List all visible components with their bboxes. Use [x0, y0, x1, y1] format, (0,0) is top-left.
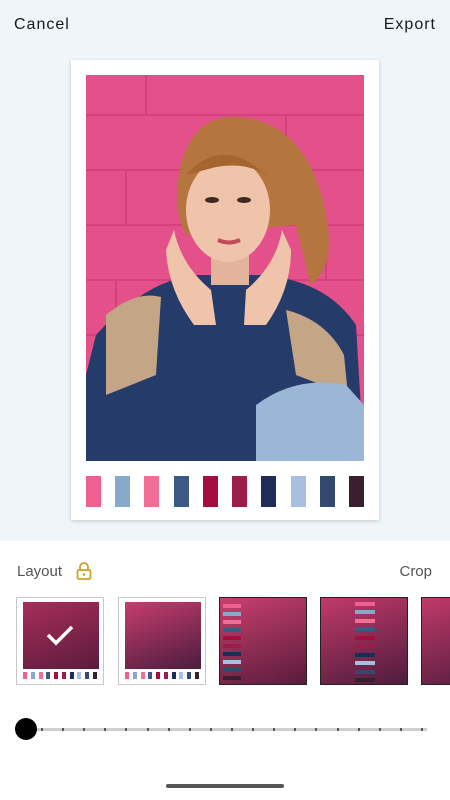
slider-tick — [230, 728, 233, 731]
palette-swatch — [171, 672, 176, 679]
palette-swatch — [223, 636, 241, 640]
slider-knob[interactable] — [15, 718, 37, 740]
palette-swatch — [163, 672, 168, 679]
palette-swatch — [261, 476, 277, 507]
palette-swatch — [46, 672, 51, 679]
palette-swatch — [223, 612, 241, 616]
slider-tick — [146, 728, 149, 731]
palette-swatch — [355, 618, 375, 623]
editor-panel: Layout Crop — [0, 541, 450, 800]
color-palette — [86, 476, 364, 507]
slider-tick — [315, 728, 318, 731]
export-button[interactable]: Export — [384, 16, 436, 34]
palette-swatch — [290, 476, 306, 507]
preview-area: Cancel Export — [0, 0, 450, 541]
palette-swatch — [232, 476, 248, 507]
palette-swatch — [77, 672, 82, 679]
layout-slider[interactable] — [15, 717, 427, 743]
palette-swatch — [223, 628, 241, 632]
lock-icon[interactable] — [74, 561, 94, 581]
slider-tick — [188, 728, 191, 731]
layout-thumbnails — [16, 597, 450, 689]
palette-swatch — [223, 668, 241, 672]
cancel-button[interactable]: Cancel — [14, 16, 70, 34]
layout-label: Layout — [17, 563, 63, 580]
palette-swatch — [355, 610, 375, 615]
palette-swatch — [173, 476, 189, 507]
palette-row — [23, 672, 97, 679]
palette-swatch — [223, 676, 241, 680]
slider-tick — [167, 728, 170, 731]
palette-swatch — [187, 672, 192, 679]
slider-ticks — [41, 728, 423, 731]
slider-tick — [41, 728, 43, 731]
palette-swatch — [115, 476, 131, 507]
palette-column — [223, 604, 241, 680]
palette-swatch — [223, 660, 241, 664]
palette-swatch — [355, 652, 375, 657]
palette-swatch — [223, 652, 241, 656]
portrait-photo — [86, 75, 364, 461]
palette-swatch — [23, 672, 27, 679]
palette-swatch — [144, 476, 160, 507]
palette-swatch — [132, 672, 137, 679]
palette-swatch — [355, 627, 375, 632]
slider-tick — [83, 728, 86, 731]
slider-tick — [420, 728, 423, 731]
palette-swatch — [148, 672, 153, 679]
slider-tick — [399, 728, 402, 731]
palette-swatch — [125, 672, 129, 679]
palette-swatch — [92, 672, 97, 679]
palette-swatch — [355, 644, 375, 649]
slider-tick — [125, 728, 128, 731]
layout-option-5[interactable] — [421, 597, 450, 685]
palette-swatch — [85, 672, 90, 679]
palette-swatch — [194, 672, 199, 679]
crop-button[interactable]: Crop — [399, 563, 432, 580]
palette-swatch — [223, 620, 241, 624]
palette-swatch — [156, 672, 161, 679]
palette-swatch — [223, 604, 241, 608]
layout-option-1[interactable] — [16, 597, 104, 685]
slider-tick — [294, 728, 297, 731]
palette-swatch — [54, 672, 59, 679]
slider-tick — [336, 728, 339, 731]
slider-tick — [273, 728, 276, 731]
layout-option-2[interactable] — [118, 597, 206, 685]
palette-swatch — [355, 669, 375, 674]
layout-option-3[interactable] — [219, 597, 307, 685]
palette-swatch — [319, 476, 335, 507]
palette-row — [125, 672, 199, 679]
slider-tick — [357, 728, 360, 731]
slider-tick — [104, 728, 107, 731]
palette-swatch — [38, 672, 43, 679]
palette-swatch — [140, 672, 145, 679]
palette-swatch — [69, 672, 74, 679]
layout-option-4[interactable] — [320, 597, 408, 685]
palette-swatch — [179, 672, 184, 679]
palette-swatch — [30, 672, 35, 679]
palette-swatch — [223, 644, 241, 648]
palette-swatch — [202, 476, 218, 507]
slider-tick — [62, 728, 65, 731]
palette-swatch — [86, 476, 101, 507]
home-indicator — [166, 784, 284, 788]
palette-swatch — [355, 635, 375, 640]
palette-column — [355, 602, 375, 682]
palette-swatch — [61, 672, 66, 679]
slider-tick — [252, 728, 255, 731]
palette-swatch — [355, 677, 375, 682]
checkmark-icon — [46, 625, 74, 646]
slider-tick — [378, 728, 381, 731]
palette-swatch — [348, 476, 364, 507]
palette-swatch — [355, 602, 375, 606]
palette-swatch — [355, 661, 375, 666]
palette-card — [71, 60, 379, 520]
slider-tick — [209, 728, 212, 731]
